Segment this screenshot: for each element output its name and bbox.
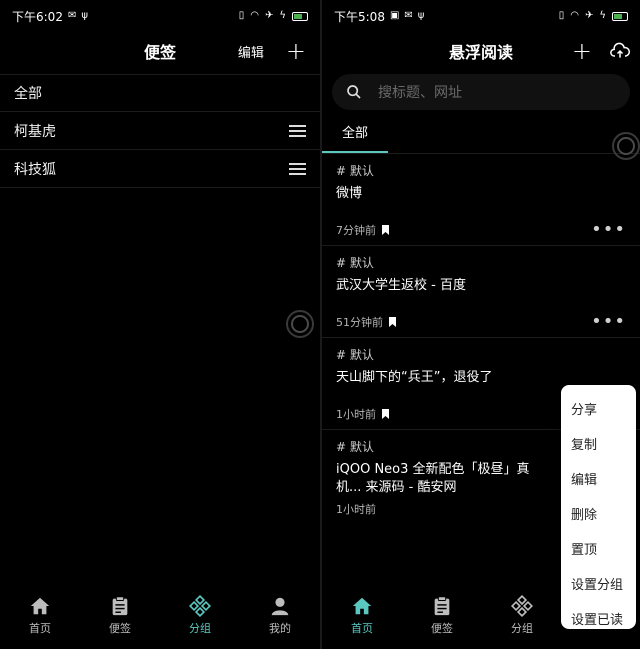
menu-item-share[interactable]: 分享 [561,391,636,426]
group-item-all[interactable]: 全部 [0,74,320,112]
wifi-icon: ◠ [570,10,579,21]
group-label: 科技狐 [14,161,56,178]
tab-profile[interactable]: 我的 [250,595,310,636]
groups-icon [189,594,211,617]
notes-screen: 下午6:02 ✉ ψ ▯ ◠ ✈ ϟ 便签 编辑 + 全部 柯基虎 科技狐 首页… [0,0,320,649]
tab-groups[interactable]: 分组 [170,594,230,636]
group-item-kejihu[interactable]: 柯基虎 [0,112,320,150]
app-bar: 便签 编辑 + [0,32,320,70]
tab-label: 分组 [189,621,211,635]
page-title: 悬浮阅读 [448,43,513,62]
status-bar: 下午5:08 ▣ ✉ ψ ▯ ◠ ✈ ϟ [322,0,640,32]
tab-all[interactable]: 全部 [322,122,389,153]
add-button[interactable]: + [286,39,306,63]
group-label: 柯基虎 [14,123,56,140]
group-label: 全部 [14,86,42,102]
wifi-icon: ◠ [250,10,259,21]
more-options-icon[interactable]: ••• [591,221,626,239]
item-title: 微博 [336,186,363,201]
bookmark-icon[interactable] [382,409,389,419]
tab-home[interactable]: 首页 [10,595,70,636]
charging-icon: ϟ [279,10,286,21]
profile-icon [271,597,289,615]
menu-item-pin[interactable]: 置顶 [561,531,636,566]
tab-home[interactable]: 首页 [332,595,392,636]
usb-icon: ψ [417,10,425,21]
search-input[interactable]: 搜标题、网址 [378,82,462,102]
tab-label: 便签 [109,621,131,635]
notes-icon [112,595,128,615]
image-icon: ▣ [389,10,400,21]
vibrate-icon: ▯ [238,10,245,21]
home-icon [30,597,50,614]
airplane-icon: ✈ [265,10,274,21]
item-category: # 默认 [336,440,374,454]
item-time: 7分钟前 [336,224,376,237]
groups-icon [511,594,533,617]
floating-ball-icon[interactable] [286,310,314,338]
battery-icon [612,11,628,21]
item-title: 武汉大学生返校 - 百度 [336,278,466,293]
drag-handle-icon[interactable] [289,162,306,175]
tab-notes[interactable]: 便签 [412,595,472,636]
floating-ball-icon[interactable] [612,132,640,160]
bottom-tab-bar: 首页 便签 分组 我的 [0,585,320,649]
tab-label: 首页 [29,621,51,635]
list-item[interactable]: # 默认 微博 7分钟前 ••• [322,154,640,246]
usb-icon: ψ [81,10,88,21]
tab-label: 首页 [351,621,373,635]
charging-icon: ϟ [599,10,606,21]
cloud-upload-icon[interactable] [610,42,630,60]
menu-item-mark-read[interactable]: 设置已读 [561,601,636,636]
tab-groups[interactable]: 分组 [492,594,552,636]
category-tabs: 全部 [322,114,640,154]
item-title: iQOO Neo3 全新配色「极昼」真机... 来源码 - 酷安网 [336,462,530,495]
status-time: 下午6:02 [12,9,63,24]
drag-handle-icon[interactable] [289,124,306,137]
item-category: # 默认 [336,256,374,270]
airplane-icon: ✈ [585,10,594,21]
status-time: 下午5:08 [334,9,385,24]
menu-item-edit[interactable]: 编辑 [561,461,636,496]
context-menu: 分享 复制 编辑 删除 置顶 设置分组 设置已读 [561,385,636,629]
item-category: # 默认 [336,164,374,178]
group-list: 全部 柯基虎 科技狐 [0,74,320,188]
list-item[interactable]: # 默认 iQOO Neo3 全新配色「极昼」真机... 来源码 - 酷安网 1… [322,430,562,521]
search-bar[interactable]: 搜标题、网址 [332,74,630,110]
bookmark-icon[interactable] [389,317,396,327]
tab-notes[interactable]: 便签 [90,595,150,636]
item-time: 51分钟前 [336,316,383,329]
group-item-kejihu-fox[interactable]: 科技狐 [0,150,320,188]
more-options-icon[interactable]: ••• [591,313,626,331]
search-icon [347,85,361,99]
item-time: 1小时前 [336,503,376,516]
notes-icon [434,595,450,615]
tab-label: 我的 [269,621,291,635]
mail-icon: ✉ [67,10,77,21]
status-bar: 下午6:02 ✉ ψ ▯ ◠ ✈ ϟ [0,0,320,32]
vibrate-icon: ▯ [558,10,565,21]
mail-icon: ✉ [404,10,413,21]
app-bar: 悬浮阅读 + [322,32,640,70]
list-item[interactable]: # 默认 武汉大学生返校 - 百度 51分钟前 ••• [322,246,640,338]
home-icon [352,597,372,614]
menu-item-copy[interactable]: 复制 [561,426,636,461]
edit-button[interactable]: 编辑 [238,42,264,61]
add-button[interactable]: + [572,39,592,63]
battery-icon [292,11,308,21]
item-time: 1小时前 [336,408,376,421]
tab-label: 分组 [511,621,533,635]
page-title: 便签 [143,43,176,62]
tab-label: 便签 [431,621,453,635]
bookmark-icon[interactable] [382,225,389,235]
menu-item-set-group[interactable]: 设置分组 [561,566,636,601]
item-category: # 默认 [336,348,374,362]
menu-item-delete[interactable]: 删除 [561,496,636,531]
